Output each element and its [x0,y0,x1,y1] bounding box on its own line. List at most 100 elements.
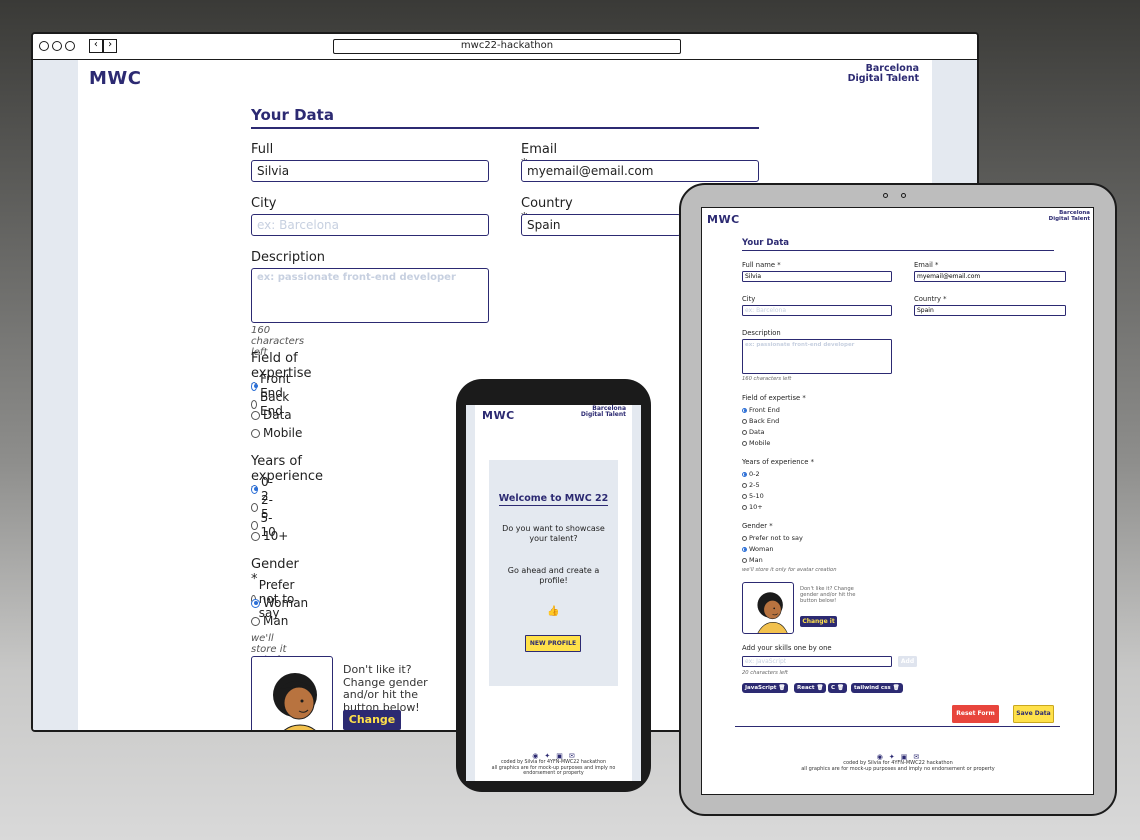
reset-form-button[interactable]: Reset Form [952,705,999,723]
mail-icon[interactable]: ✉ [569,752,575,760]
mwc-logo[interactable]: MWC [707,213,740,226]
radio-exp-0-2[interactable]: 0-2 [742,470,760,478]
github-icon[interactable]: ◉ [532,752,538,760]
radio-icon[interactable] [251,531,260,541]
window-dot-icon[interactable] [52,41,62,51]
radio-exp-10-plus[interactable]: 10+ [251,529,288,543]
radio-data[interactable]: Data [742,428,765,436]
radio-back-end[interactable]: Back End [742,417,779,425]
form-title: Your Data [742,238,1054,251]
welcome-question: Do you want to showcase your talent? [502,524,605,544]
radio-exp-10-plus[interactable]: 10+ [742,503,763,511]
trash-icon[interactable]: 🗑 [893,685,900,691]
gender-hint: we'll store it only for avatar creation [742,567,837,573]
back-icon[interactable]: ‹ [89,39,103,53]
tablet-screen: MWC Barcelona Digital Talent Your Data F… [701,207,1094,795]
welcome-title: Welcome to MWC 22 [489,493,618,506]
radio-mobile[interactable]: Mobile [251,426,302,440]
radio-gender-woman[interactable]: Woman [251,596,308,610]
radio-gender-woman[interactable]: Woman [742,545,773,553]
forward-icon[interactable]: › [103,39,117,53]
skill-chip[interactable]: tailwind css 🗑 [851,683,903,693]
radio-gender-prefer-not[interactable]: Prefer not to say [742,534,803,542]
page-margin-left [466,405,475,781]
radio-icon[interactable] [251,410,260,420]
radio-selected-icon[interactable] [742,471,747,477]
radio-exp-2-5[interactable]: 2-5 [742,481,760,489]
window-controls [39,41,75,51]
window-dot-icon[interactable] [39,41,49,51]
email-field[interactable]: myemail@email.com [914,271,1066,282]
city-label: City [251,196,277,211]
radio-icon[interactable] [742,482,747,488]
radio-label: Mobile [749,439,771,447]
radio-icon[interactable] [742,493,747,499]
skills-counter: 20 characters left [742,670,788,676]
radio-exp-5-10[interactable]: 5-10 [742,492,764,500]
thumbs-up-icon: 👍 [547,606,560,617]
mwc-logo[interactable]: MWC [482,409,515,422]
change-avatar-button[interactable]: Change it [800,616,837,627]
email-field[interactable]: myemail@email.com [521,160,759,182]
skills-input[interactable]: ex: JavaScript [742,656,892,667]
camera-icon [883,193,888,198]
skill-label: JavaScript [745,685,777,691]
full-name-field[interactable]: Silvia [251,160,489,182]
change-avatar-button[interactable]: Change it [343,710,401,730]
radio-label: 5-10 [749,492,764,500]
city-field[interactable]: ex: Barcelona [742,305,892,316]
radio-front-end[interactable]: Front End [742,406,780,414]
trash-icon[interactable]: 🗑 [778,685,785,691]
full-name-field[interactable]: Silvia [742,271,892,282]
radio-label: 0-2 [749,470,760,478]
twitter-icon[interactable]: ✦ [544,752,550,760]
trash-icon[interactable]: 🗑 [837,685,844,691]
radio-icon[interactable] [251,616,260,626]
radio-label: Front End [749,406,780,414]
form-title: Your Data [251,106,759,129]
country-select[interactable]: Spain [521,214,681,236]
description-field[interactable]: ex: passionate front-end developer [251,268,489,323]
browser-toolbar: ‹ › mwc22-hackathon [33,34,977,60]
skill-label: React [797,685,815,691]
country-label: Country * [914,295,947,303]
window-dot-icon[interactable] [65,41,75,51]
skill-chip[interactable]: React 🗑 [794,683,827,693]
description-field[interactable]: ex: passionate front-end developer [742,339,892,374]
city-field[interactable]: ex: Barcelona [251,214,489,236]
radio-gender-man[interactable]: Man [251,614,288,628]
radio-label: Data [749,428,765,436]
radio-icon[interactable] [742,440,747,446]
tablet-mockup: MWC Barcelona Digital Talent Your Data F… [679,183,1117,816]
footer-disclaimer: all graphics are for mock-up purposes an… [801,765,995,772]
social-links: ◉ ✦ ▣ ✉ [475,752,632,760]
address-bar[interactable]: mwc22-hackathon [333,39,681,54]
add-skill-button[interactable]: Add [898,656,917,667]
skill-chip[interactable]: C 🗑 [828,683,847,693]
radio-data[interactable]: Data [251,408,292,422]
save-data-button[interactable]: Save Data [1013,705,1054,723]
radio-icon[interactable] [742,535,747,541]
radio-selected-icon[interactable] [742,407,747,413]
radio-icon[interactable] [251,428,260,438]
radio-label: Data [263,408,292,422]
radio-gender-man[interactable]: Man [742,556,763,564]
linkedin-icon[interactable]: ▣ [556,752,563,760]
radio-icon[interactable] [742,504,747,510]
radio-mobile[interactable]: Mobile [742,439,770,447]
mwc-logo[interactable]: MWC [89,68,141,89]
skill-chip[interactable]: JavaScript 🗑 [742,683,789,693]
radio-icon[interactable] [742,418,747,424]
country-select[interactable]: Spain [914,305,1066,316]
radio-icon[interactable] [742,429,747,435]
radio-selected-icon[interactable] [742,546,747,552]
avatar-hint: Don't like it? Change gender and/or hit … [800,586,856,605]
page-margin-right [632,405,641,781]
new-profile-button[interactable]: NEW PROFILE [525,635,581,652]
description-label: Description [742,329,781,337]
trash-icon[interactable]: 🗑 [817,685,824,691]
radio-selected-icon[interactable] [251,598,260,608]
radio-icon[interactable] [742,557,747,563]
footer-disclaimer: all graphics are for mock-up purposes an… [491,765,616,777]
skills-label: Add your skills one by one [742,644,832,652]
